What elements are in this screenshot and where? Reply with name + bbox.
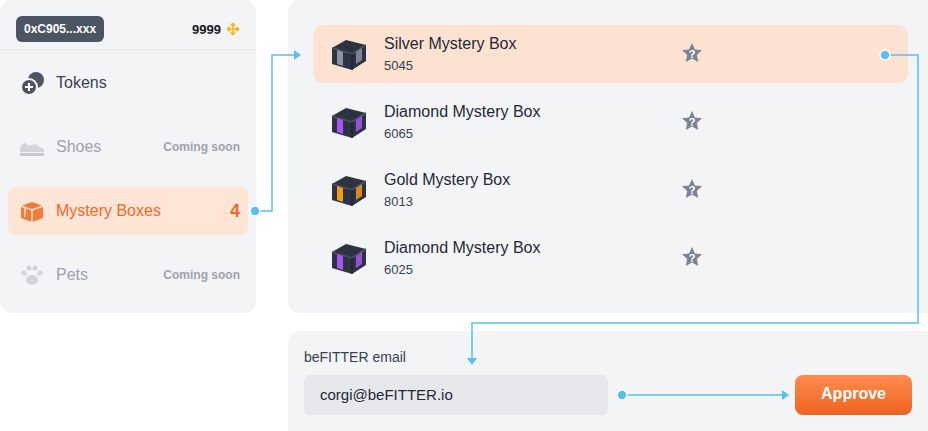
sidebar-item: Pets Coming soon [8, 251, 248, 299]
unknown-star-icon: ? [680, 42, 704, 66]
box-icon [18, 197, 46, 225]
unknown-star-icon: ? [680, 178, 704, 202]
balance-value: 9999 [192, 22, 221, 37]
email-panel: beFITTER email corgi@beFITTER.io Approve [288, 331, 928, 431]
sidebar: 0xC905...xxx 9999 Tokens Shoes Coming soon My… [0, 0, 256, 313]
sidebar-item[interactable]: Tokens [8, 59, 248, 107]
box-info: Gold Mystery Box 8013 [384, 171, 680, 209]
mystery-box-row[interactable]: Silver Mystery Box 5045? [313, 25, 908, 83]
mystery-box-row[interactable]: Diamond Mystery Box 6065? [313, 93, 908, 151]
sidebar-label: Shoes [56, 138, 153, 156]
box-name: Diamond Mystery Box [384, 103, 680, 121]
star-hint: ? [680, 251, 704, 265]
sidebar-label: Pets [56, 266, 153, 284]
box-info: Diamond Mystery Box 6065 [384, 103, 680, 141]
sidebar-menu: Tokens Shoes Coming soon Mystery Boxes 4 Pets… [0, 50, 256, 299]
wallet-address: 0xC905...xxx [16, 16, 104, 42]
box-id: 8013 [384, 194, 680, 209]
star-hint: ? [680, 183, 704, 197]
approve-button[interactable]: Approve [795, 375, 912, 415]
sidebar-label: Tokens [56, 74, 240, 92]
balance: 9999 [192, 22, 240, 37]
flow-connectors [0, 0, 928, 431]
star-hint: ? [680, 115, 704, 129]
sidebar-label: Mystery Boxes [56, 202, 220, 220]
paw-icon [18, 261, 46, 289]
mystery-box-thumbnail [328, 172, 370, 208]
box-name: Gold Mystery Box [384, 171, 680, 189]
mystery-box-thumbnail [328, 240, 370, 276]
shoe-icon [18, 133, 46, 161]
mystery-box-row[interactable]: Gold Mystery Box 8013? [313, 161, 908, 219]
box-id: 6065 [384, 126, 680, 141]
coming-soon-note: Coming soon [163, 140, 240, 154]
star-hint: ? [680, 47, 704, 61]
unknown-star-icon: ? [680, 246, 704, 270]
main-column: Silver Mystery Box5045?Diamond Mystery B… [288, 0, 928, 431]
email-field[interactable]: corgi@beFITTER.io [304, 375, 608, 415]
box-id: 6025 [384, 262, 680, 277]
mystery-box-list: Silver Mystery Box5045?Diamond Mystery B… [288, 0, 928, 313]
bnb-icon [226, 22, 240, 36]
unknown-star-icon: ? [680, 110, 704, 134]
coming-soon-note: Coming soon [163, 268, 240, 282]
email-row: corgi@beFITTER.io Approve [304, 375, 912, 415]
box-info: Diamond Mystery Box 6025 [384, 239, 680, 277]
sidebar-item[interactable]: Mystery Boxes 4 [8, 187, 248, 235]
wallet-header: 0xC905...xxx 9999 [0, 0, 256, 50]
email-label: beFITTER email [304, 349, 912, 365]
mystery-box-row[interactable]: Diamond Mystery Box 6025? [313, 229, 908, 287]
box-info: Silver Mystery Box 5045 [384, 35, 680, 73]
sidebar-item: Shoes Coming soon [8, 123, 248, 171]
item-count: 4 [230, 201, 240, 222]
coins-icon [18, 69, 46, 97]
box-id: 5045 [384, 58, 680, 73]
mystery-box-thumbnail [328, 104, 370, 140]
box-name: Diamond Mystery Box [384, 239, 680, 257]
box-name: Silver Mystery Box [384, 35, 680, 53]
mystery-box-thumbnail [328, 36, 370, 72]
